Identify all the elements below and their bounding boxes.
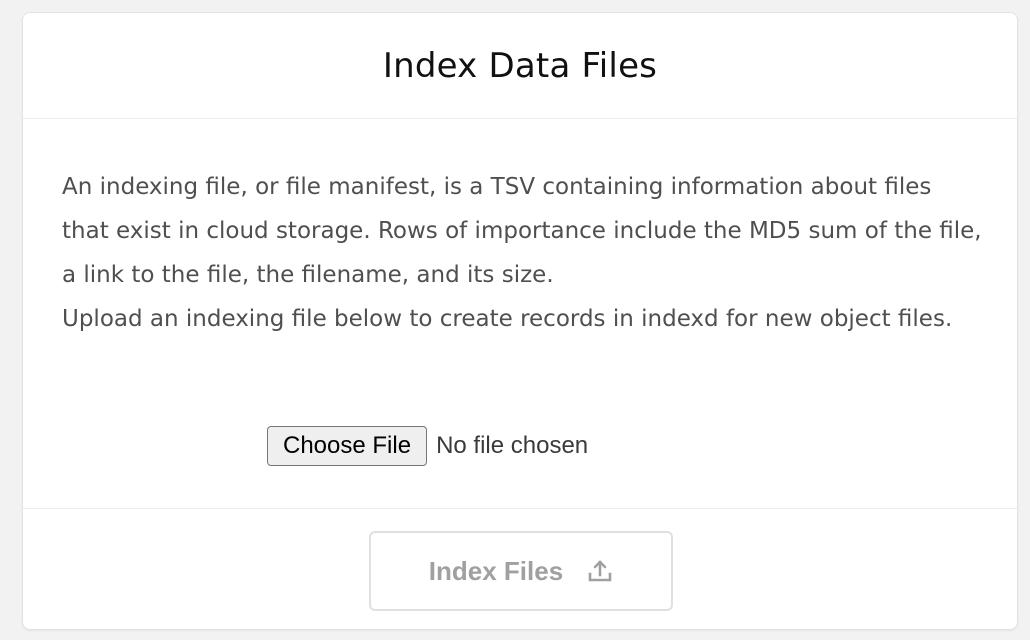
- file-input[interactable]: Choose File No file chosen: [267, 426, 588, 466]
- upload-icon: [587, 558, 613, 584]
- description: An indexing file, or file manifest, is a…: [62, 165, 982, 341]
- description-paragraph-2: Upload an indexing file below to create …: [62, 306, 953, 332]
- card-footer: Index Files: [23, 509, 1017, 629]
- page-title: Index Data Files: [382, 45, 658, 86]
- card-header: Index Data Files: [23, 13, 1017, 119]
- index-files-button[interactable]: Index Files: [369, 531, 673, 611]
- choose-file-button[interactable]: Choose File: [267, 426, 428, 466]
- index-data-files-card: Index Data Files An indexing file, or fi…: [22, 12, 1018, 630]
- file-status-text: No file chosen: [436, 432, 589, 459]
- description-paragraph-1: An indexing file, or file manifest, is a…: [62, 174, 982, 288]
- index-files-button-label: Index Files: [428, 555, 564, 586]
- card-body: An indexing file, or file manifest, is a…: [23, 119, 1017, 509]
